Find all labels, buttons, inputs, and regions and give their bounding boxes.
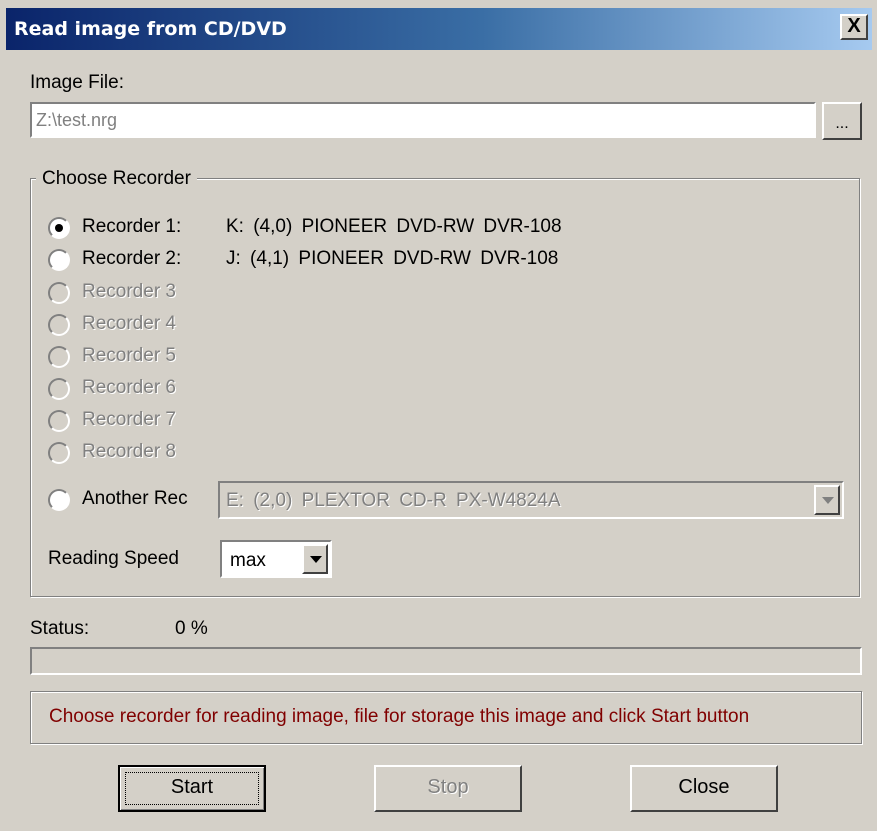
radio-button-icon xyxy=(48,410,70,432)
focus-rectangle xyxy=(125,772,259,805)
reading-speed-label: Reading Speed xyxy=(48,548,179,569)
radio-recorder-5[interactable]: Recorder 5 xyxy=(48,345,208,371)
recorder-2-label: Recorder 2: xyxy=(82,248,182,269)
radio-button-icon xyxy=(48,442,70,464)
radio-recorder-3[interactable]: Recorder 3 xyxy=(48,281,208,307)
status-percent: 0 % xyxy=(175,618,208,639)
title-bar[interactable]: Read image from CD/DVD xyxy=(6,8,872,50)
recorder-1-drive: K: (4,0) PIONEER DVD-RW DVR-108 xyxy=(226,216,562,237)
close-window-button[interactable]: X xyxy=(840,14,868,40)
radio-button-icon xyxy=(48,378,70,400)
instruction-message: Choose recorder for reading image, file … xyxy=(49,706,750,727)
read-image-dialog: Read image from CD/DVD X Image File: Z:\… xyxy=(0,0,877,831)
recorder-7-label: Recorder 7 xyxy=(82,409,176,430)
radio-button-icon xyxy=(48,346,70,368)
recorder-3-label: Recorder 3 xyxy=(82,281,176,302)
radio-recorder-8[interactable]: Recorder 8 xyxy=(48,441,208,467)
another-recorder-select[interactable]: E: (2,0) PLEXTOR CD-R PX-W4824A xyxy=(218,481,844,519)
reading-speed-value: max xyxy=(230,550,266,571)
radio-another-recorder[interactable]: Another Rec xyxy=(48,488,213,514)
dropdown-arrow-button[interactable] xyxy=(302,544,328,574)
progress-bar xyxy=(30,647,862,675)
radio-recorder-4[interactable]: Recorder 4 xyxy=(48,313,208,339)
close-icon: X xyxy=(847,15,861,37)
radio-recorder-1[interactable]: Recorder 1: xyxy=(48,216,218,242)
stop-button-label: Stop xyxy=(427,776,469,798)
recorder-6-label: Recorder 6 xyxy=(82,377,176,398)
status-label: Status: xyxy=(30,618,90,639)
message-panel: Choose recorder for reading image, file … xyxy=(30,691,862,744)
browse-button-label: ... xyxy=(835,115,849,132)
radio-recorder-2[interactable]: Recorder 2: xyxy=(48,248,218,274)
chevron-down-icon xyxy=(822,497,834,504)
choose-recorder-legend: Choose Recorder xyxy=(36,168,197,190)
radio-recorder-6[interactable]: Recorder 6 xyxy=(48,377,208,403)
dropdown-arrow-button[interactable] xyxy=(814,485,840,515)
browse-button[interactable]: ... xyxy=(822,102,862,140)
radio-button-icon xyxy=(48,282,70,304)
recorder-8-label: Recorder 8 xyxy=(82,441,176,462)
radio-selected-dot xyxy=(55,224,63,232)
radio-button-icon xyxy=(48,489,70,511)
stop-button[interactable]: Stop xyxy=(374,765,522,812)
recorder-1-label: Recorder 1: xyxy=(82,216,182,237)
close-button[interactable]: Close xyxy=(630,765,778,812)
radio-button-icon xyxy=(48,217,70,239)
another-recorder-value: E: (2,0) PLEXTOR CD-R PX-W4824A xyxy=(226,490,561,511)
recorder-2-drive: J: (4,1) PIONEER DVD-RW DVR-108 xyxy=(226,248,559,269)
image-file-label: Image File: xyxy=(30,72,124,93)
radio-button-icon xyxy=(48,249,70,271)
chevron-down-icon xyxy=(310,556,322,563)
radio-button-icon xyxy=(48,314,70,336)
recorder-4-label: Recorder 4 xyxy=(82,313,176,334)
close-button-label: Close xyxy=(678,776,730,798)
window-title: Read image from CD/DVD xyxy=(14,18,287,40)
radio-recorder-7[interactable]: Recorder 7 xyxy=(48,409,208,435)
reading-speed-select[interactable]: max xyxy=(220,540,332,578)
start-button[interactable]: Start xyxy=(118,765,266,812)
recorder-5-label: Recorder 5 xyxy=(82,345,176,366)
image-file-input[interactable]: Z:\test.nrg xyxy=(30,102,816,138)
another-recorder-label: Another Rec xyxy=(82,488,188,509)
